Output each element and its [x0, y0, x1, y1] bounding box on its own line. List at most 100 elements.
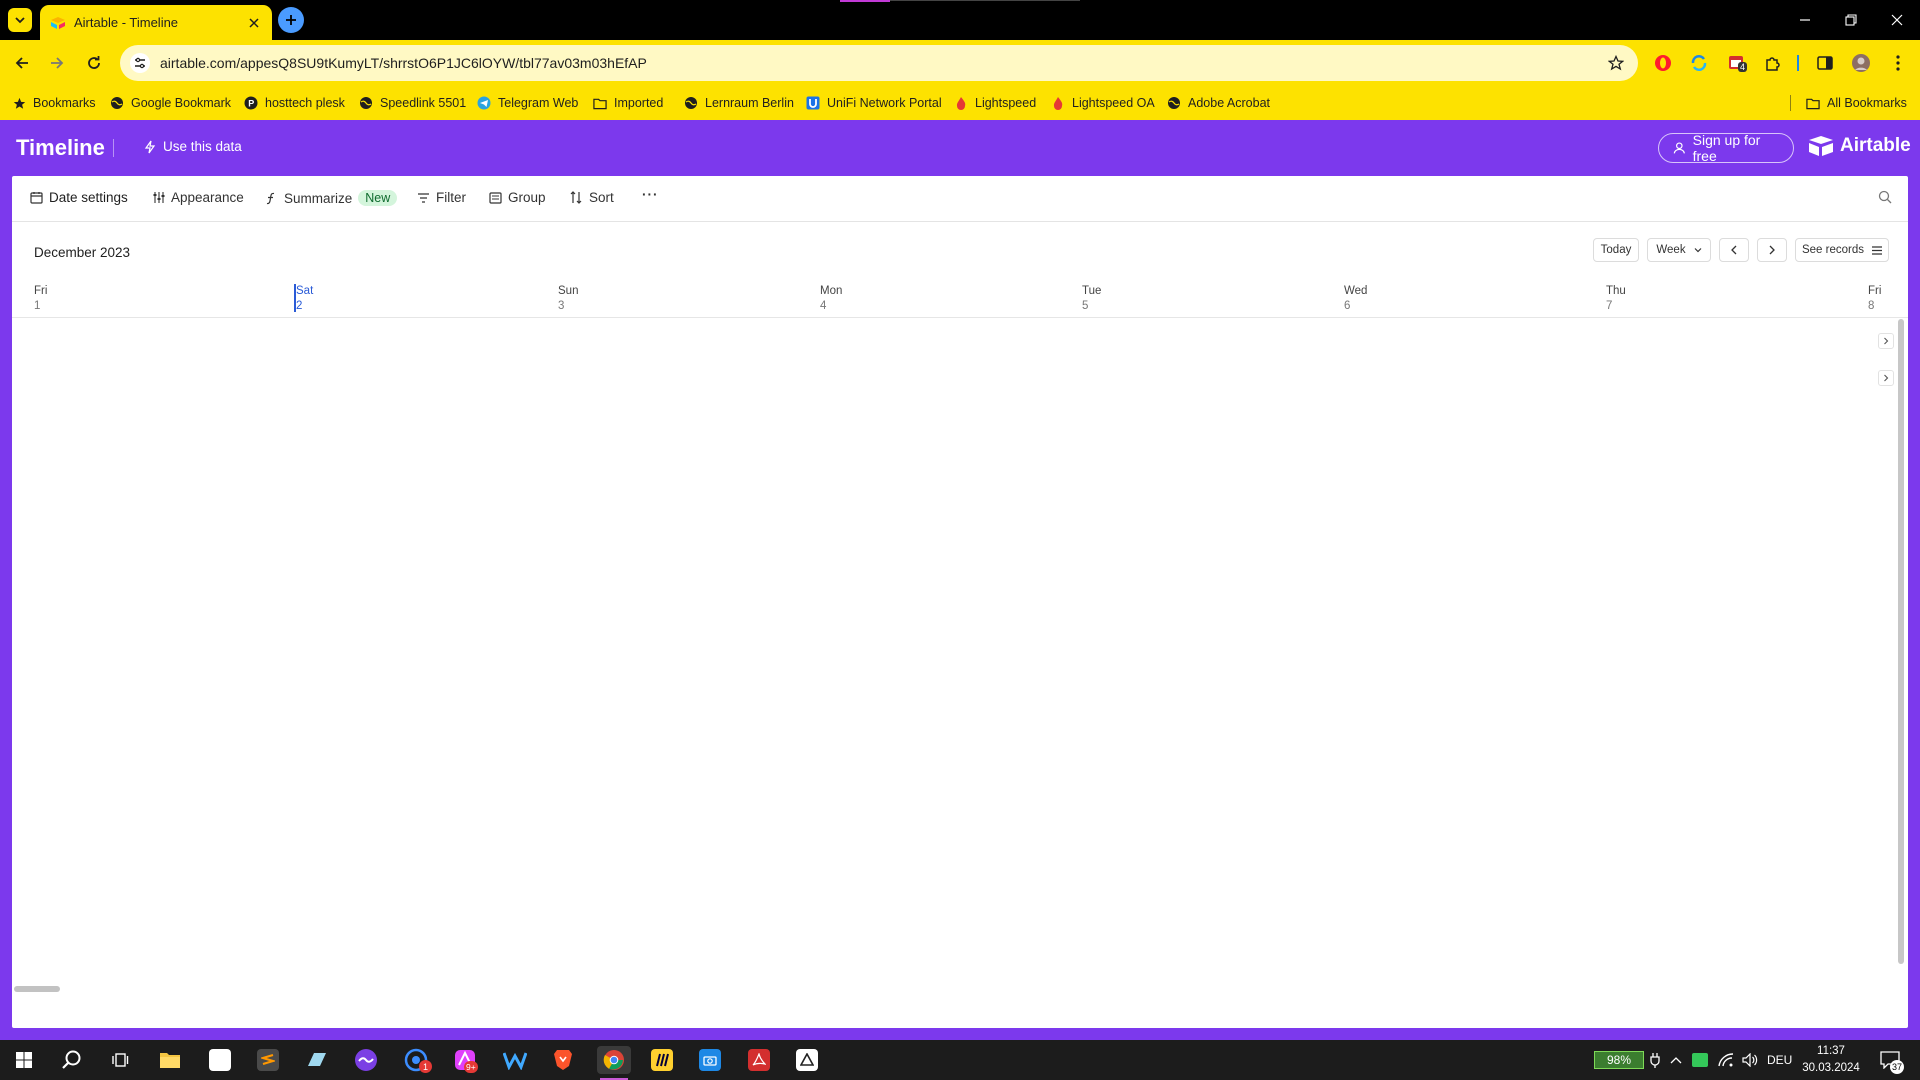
- sublime-text-app[interactable]: [253, 1046, 283, 1074]
- tab-search-button[interactable]: [8, 8, 32, 32]
- input-language[interactable]: DEU: [1767, 1040, 1792, 1080]
- bookmark-adobe-acrobat[interactable]: Adobe Acrobat: [1167, 94, 1270, 112]
- summarize-button[interactable]: Summarize New: [264, 190, 398, 206]
- extensions-puzzle-icon[interactable]: [1762, 52, 1784, 74]
- browser-toolbar: airtable.com/appesQ8SU9tKumyLT/shrrstO6P…: [0, 40, 1920, 86]
- next-period-button[interactable]: [1757, 238, 1787, 262]
- airtable-logo[interactable]: Airtable: [1808, 135, 1911, 157]
- chrome-icon: [603, 1050, 624, 1070]
- messenger-app[interactable]: [351, 1046, 381, 1074]
- restore-icon[interactable]: [1841, 10, 1861, 30]
- globe-icon: [684, 96, 698, 110]
- day-header-divider: [12, 317, 1908, 318]
- group-button[interactable]: Group: [488, 190, 546, 205]
- bookmark-lightspeed-oa[interactable]: Lightspeed OA: [1051, 94, 1155, 112]
- screenshot-app[interactable]: [695, 1046, 725, 1074]
- globe-icon: [359, 96, 373, 110]
- bookmark-lightspeed[interactable]: Lightspeed: [954, 94, 1036, 112]
- bookmark-star-icon[interactable]: [1608, 55, 1624, 71]
- system-clock[interactable]: 11:37 30.03.2024: [1796, 1043, 1866, 1077]
- back-button[interactable]: [9, 50, 35, 76]
- bookmark-all-bookmarks[interactable]: All Bookmarks: [1806, 94, 1907, 112]
- row-expand-button[interactable]: [1878, 370, 1894, 386]
- acrobat-app[interactable]: [744, 1046, 774, 1074]
- new-badge: New: [358, 190, 398, 206]
- bookmark-speedlink[interactable]: Speedlink 5501: [359, 94, 466, 112]
- profile-avatar-icon[interactable]: [1850, 52, 1872, 74]
- today-button[interactable]: Today: [1593, 238, 1639, 262]
- globe-icon: [1167, 96, 1181, 110]
- notification-count: 37: [1890, 1060, 1904, 1074]
- site-info-icon[interactable]: [130, 53, 150, 73]
- url-text[interactable]: airtable.com/appesQ8SU9tKumyLT/shrrstO6P…: [160, 55, 1608, 71]
- notes-app[interactable]: [302, 1046, 332, 1074]
- affinity-app[interactable]: 9+: [450, 1046, 480, 1074]
- minimize-icon[interactable]: [1795, 10, 1815, 30]
- side-panel-icon[interactable]: [1814, 52, 1836, 74]
- lightning-icon: [144, 140, 156, 153]
- bookmark-unifi-network-portal[interactable]: UniFi Network Portal: [806, 94, 942, 112]
- notes-app-icon: [308, 1053, 326, 1066]
- battery-indicator[interactable]: 98%: [1594, 1051, 1644, 1069]
- bookmark-imported[interactable]: Imported: [593, 94, 663, 112]
- notification-center-button[interactable]: 37: [1880, 1040, 1904, 1080]
- tab-title: Airtable - Timeline: [74, 15, 179, 30]
- window-highlight: [840, 0, 890, 2]
- sort-button[interactable]: Sort: [569, 190, 614, 205]
- day-column-fri-8: Fri 8: [1868, 285, 1882, 312]
- bookmark-lernraum-berlin[interactable]: Lernraum Berlin: [684, 94, 794, 112]
- search-button[interactable]: [1878, 190, 1898, 204]
- new-tab-button[interactable]: [278, 7, 304, 33]
- file-explorer-app[interactable]: [155, 1046, 185, 1074]
- chevron-down-icon: [1694, 248, 1702, 253]
- close-window-icon[interactable]: [1887, 10, 1907, 30]
- calendar-extension-icon[interactable]: 4: [1726, 52, 1748, 74]
- tray-app-icon[interactable]: [1692, 1040, 1708, 1080]
- function-icon: [264, 191, 278, 205]
- taskbar-search-button[interactable]: [57, 1046, 87, 1074]
- windows-icon: [16, 1052, 32, 1068]
- row-expand-button[interactable]: [1878, 333, 1894, 349]
- chevron-up-icon[interactable]: [1670, 1040, 1682, 1080]
- folder-icon: [1806, 96, 1820, 110]
- plus-icon: [286, 15, 296, 25]
- chrome-app[interactable]: [597, 1046, 631, 1074]
- more-options-button[interactable]: ···: [642, 187, 659, 202]
- browser-menu-icon[interactable]: [1887, 52, 1909, 74]
- folder-icon: [160, 1053, 180, 1068]
- vpn-app[interactable]: 1: [401, 1046, 432, 1074]
- bookmark-google-bookmark[interactable]: Google Bookmark: [110, 94, 231, 112]
- chevron-right-icon: [1884, 374, 1889, 382]
- bookmark-hosttech-plesk[interactable]: P hosttech plesk: [244, 94, 345, 112]
- start-button[interactable]: [9, 1046, 39, 1074]
- user-icon: [1673, 142, 1685, 154]
- brave-app[interactable]: [548, 1046, 578, 1074]
- unity-app[interactable]: [792, 1046, 822, 1074]
- tab-close-icon[interactable]: [246, 15, 262, 31]
- forward-button[interactable]: [44, 50, 70, 76]
- reload-button[interactable]: [81, 50, 107, 76]
- use-this-data-button[interactable]: Use this data: [143, 139, 242, 154]
- bookmark-telegram-web[interactable]: Telegram Web: [477, 94, 578, 112]
- see-records-button[interactable]: See records: [1795, 238, 1889, 262]
- power-icon[interactable]: [1650, 1040, 1660, 1080]
- notepad-app[interactable]: [205, 1046, 235, 1074]
- wifi-icon[interactable]: [1718, 1040, 1734, 1080]
- vertical-scrollbar[interactable]: [1898, 319, 1904, 964]
- wps-app[interactable]: [500, 1046, 530, 1074]
- bookmark-bookmarks[interactable]: Bookmarks: [12, 94, 96, 112]
- date-settings-button[interactable]: Date settings: [29, 190, 128, 205]
- range-select[interactable]: Week: [1647, 238, 1711, 262]
- horizontal-scrollbar[interactable]: [14, 986, 60, 992]
- opera-extension-icon[interactable]: [1652, 52, 1674, 74]
- filter-button[interactable]: Filter: [416, 190, 466, 205]
- browser-tab-active[interactable]: Airtable - Timeline: [40, 5, 272, 40]
- sync-extension-icon[interactable]: [1688, 52, 1710, 74]
- address-bar[interactable]: airtable.com/appesQ8SU9tKumyLT/shrrstO6P…: [120, 45, 1638, 81]
- task-view-button[interactable]: [105, 1046, 135, 1074]
- volume-icon[interactable]: [1742, 1040, 1758, 1080]
- appearance-button[interactable]: Appearance: [151, 190, 244, 205]
- miro-app[interactable]: [647, 1046, 677, 1074]
- sign-up-button[interactable]: Sign up for free: [1658, 132, 1794, 164]
- previous-period-button[interactable]: [1719, 238, 1749, 262]
